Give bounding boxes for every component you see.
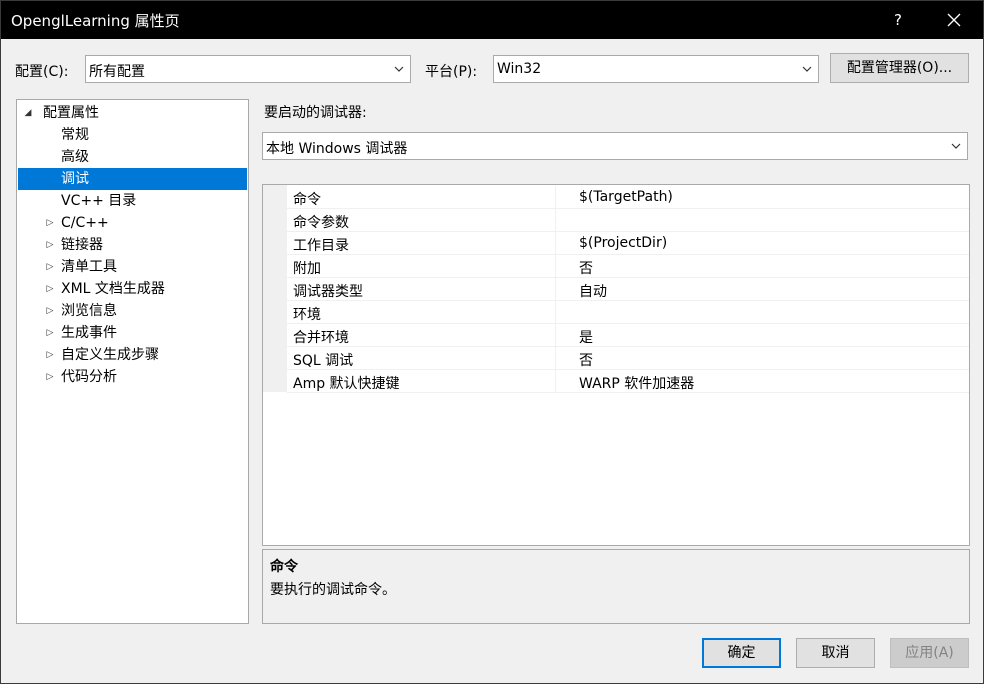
tree-item-xml-doc-generator[interactable]: ▷ XML 文档生成器 [21, 278, 246, 300]
column-divider [555, 347, 556, 370]
property-grid: 命令 $(TargetPath) 命令参数 工作目录 $(ProjectDir)… [262, 184, 970, 546]
config-dropdown[interactable]: 所有配置 [85, 55, 411, 83]
property-value: 否 [579, 353, 593, 369]
chevron-down-icon [802, 66, 812, 72]
description-title: 命令 [270, 559, 298, 575]
debugger-dropdown[interactable]: 本地 Windows 调试器 [262, 132, 968, 160]
column-divider [555, 209, 556, 232]
property-row[interactable]: Amp 默认快捷键 WARP 软件加速器 [287, 370, 969, 393]
property-name: 附加 [293, 261, 321, 277]
platform-dropdown[interactable]: Win32 [493, 55, 819, 83]
expand-triangle-icon: ▷ [46, 372, 54, 382]
ok-button[interactable]: 确定 [702, 638, 781, 668]
tree-item-browse-info[interactable]: ▷ 浏览信息 [21, 300, 246, 322]
tree-item-label: XML 文档生成器 [61, 281, 165, 297]
property-name: 工作目录 [293, 238, 349, 254]
help-button[interactable]: ? [875, 1, 921, 39]
column-divider [555, 324, 556, 347]
description-text: 要执行的调试命令。 [270, 582, 396, 598]
tree-item-manifest-tool[interactable]: ▷ 清单工具 [21, 256, 246, 278]
property-name: 调试器类型 [293, 284, 363, 300]
expand-triangle-icon: ▷ [46, 240, 54, 250]
property-row[interactable]: 工作目录 $(ProjectDir) [287, 232, 969, 255]
tree-item-label: C/C++ [61, 215, 109, 231]
tree-item-label: 代码分析 [61, 369, 117, 385]
tree-item-label: 自定义生成步骤 [61, 347, 159, 363]
tree-item-label: 生成事件 [61, 325, 117, 341]
column-divider [555, 278, 556, 301]
column-divider [555, 370, 556, 393]
tree-item-label: VC++ 目录 [61, 193, 137, 209]
tree-item-build-events[interactable]: ▷ 生成事件 [21, 322, 246, 344]
title-bar: OpenglLearning 属性页 ? [1, 1, 983, 39]
property-value: WARP 软件加速器 [579, 376, 695, 392]
tree-item-advanced[interactable]: 高级 [21, 146, 246, 168]
config-label: 配置(C): [15, 64, 69, 80]
expand-triangle-icon: ▷ [46, 328, 54, 338]
property-value: $(TargetPath) [579, 189, 673, 205]
property-value: 是 [579, 330, 593, 346]
expand-triangle-icon: ▷ [46, 350, 54, 360]
tree-item-label: 链接器 [61, 237, 103, 253]
platform-dropdown-value: Win32 [497, 61, 542, 77]
property-name: SQL 调试 [293, 353, 354, 369]
column-divider [555, 255, 556, 278]
apply-button[interactable]: 应用(A) [890, 638, 969, 668]
property-tree[interactable]: ◢ 配置属性 常规 高级 调试 VC++ 目录 ▷ C/C++ ▷ 链接器 ▷ … [16, 99, 249, 624]
expand-triangle-icon: ▷ [46, 218, 54, 228]
tree-item-custom-build-step[interactable]: ▷ 自定义生成步骤 [21, 344, 246, 366]
property-pages-dialog: OpenglLearning 属性页 ? 配置(C): 所有配置 平台(P): … [0, 0, 984, 684]
column-divider [555, 301, 556, 324]
tree-root-label: 配置属性 [43, 105, 99, 121]
expand-triangle-icon: ▷ [46, 284, 54, 294]
property-row[interactable]: 调试器类型 自动 [287, 278, 969, 301]
property-name: Amp 默认快捷键 [293, 376, 400, 392]
property-value: $(ProjectDir) [579, 235, 668, 251]
property-grid-gutter [263, 185, 287, 392]
property-value: 自动 [579, 284, 607, 300]
tree-item-code-analysis[interactable]: ▷ 代码分析 [21, 366, 246, 388]
property-row[interactable]: 环境 [287, 301, 969, 324]
chevron-down-icon [951, 143, 961, 149]
property-row[interactable]: 命令参数 [287, 209, 969, 232]
property-row[interactable]: 命令 $(TargetPath) [287, 186, 969, 209]
property-row[interactable]: 合并环境 是 [287, 324, 969, 347]
expand-triangle-icon: ▷ [46, 306, 54, 316]
debugger-dropdown-value: 本地 Windows 调试器 [266, 141, 408, 157]
debugger-label: 要启动的调试器: [264, 105, 367, 121]
config-dropdown-value: 所有配置 [89, 64, 145, 80]
tree-item-label: 调试 [61, 171, 89, 187]
close-icon [947, 13, 961, 27]
property-name: 环境 [293, 307, 321, 323]
property-value: 否 [579, 261, 593, 277]
property-name: 命令参数 [293, 215, 349, 231]
collapse-triangle-icon: ◢ [24, 108, 32, 118]
window-title: OpenglLearning 属性页 [11, 12, 180, 30]
property-row[interactable]: SQL 调试 否 [287, 347, 969, 370]
tree-item-vc-directories[interactable]: VC++ 目录 [21, 190, 246, 212]
property-row[interactable]: 附加 否 [287, 255, 969, 278]
cancel-button[interactable]: 取消 [796, 638, 875, 668]
tree-item-label: 浏览信息 [61, 303, 117, 319]
tree-item-c-cpp[interactable]: ▷ C/C++ [21, 212, 246, 234]
tree-item-label: 常规 [61, 127, 89, 143]
property-name: 命令 [293, 192, 321, 208]
tree-item-debugging[interactable]: 调试 [18, 168, 247, 190]
tree-root-config-properties[interactable]: ◢ 配置属性 [21, 102, 246, 124]
expand-triangle-icon: ▷ [46, 262, 54, 272]
tree-item-general[interactable]: 常规 [21, 124, 246, 146]
platform-label: 平台(P): [425, 64, 478, 80]
chevron-down-icon [394, 66, 404, 72]
tree-item-label: 高级 [61, 149, 89, 165]
column-divider [555, 232, 556, 255]
tree-item-linker[interactable]: ▷ 链接器 [21, 234, 246, 256]
close-button[interactable] [929, 1, 979, 39]
property-name: 合并环境 [293, 330, 349, 346]
tree-item-label: 清单工具 [61, 259, 117, 275]
config-manager-button[interactable]: 配置管理器(O)... [830, 53, 969, 83]
description-panel: 命令 要执行的调试命令。 [262, 549, 970, 624]
column-divider [555, 186, 556, 209]
